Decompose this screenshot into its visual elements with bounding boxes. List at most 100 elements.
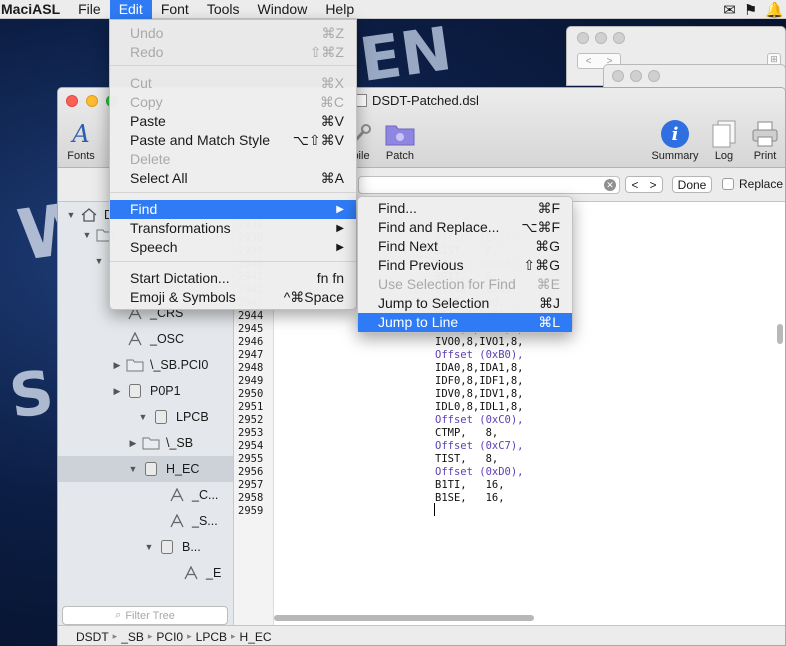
menu-shortcut: ⌘X [320, 75, 344, 91]
close-button[interactable] [66, 95, 78, 107]
disclosure-triangle[interactable]: ▼ [128, 464, 138, 474]
edit-menu-item[interactable]: Select All ⌘A [110, 169, 356, 188]
disclosure-triangle[interactable]: ▶ [128, 438, 138, 449]
summary-button[interactable]: i Summary [648, 118, 702, 162]
replace-checkbox[interactable] [722, 178, 734, 190]
edit-menu-item[interactable]: Paste and Match Style ⌥⇧⌘V [110, 131, 356, 150]
tree-row-label: \_SB.PCI0 [150, 358, 209, 372]
search-icon: ⌕ [115, 609, 122, 621]
bookmark-icon[interactable]: ⚑ [744, 1, 757, 19]
menu-item-label: Redo [130, 44, 164, 60]
fonts-button[interactable]: A Fonts [62, 118, 100, 162]
find-menu-item[interactable]: Find Previous ⇧⌘G [358, 256, 572, 275]
device-icon [152, 409, 170, 425]
breadcrumb-item[interactable]: _SB [121, 630, 144, 644]
disclosure-triangle[interactable]: ▼ [82, 230, 92, 240]
menu-item-label: Select All [130, 170, 188, 186]
edit-menu-item[interactable]: Speech ▶ [110, 238, 356, 257]
find-field[interactable]: ✕ [358, 176, 620, 194]
menu-edit[interactable]: Edit [109, 0, 152, 19]
menu-help[interactable]: Help [316, 0, 363, 19]
tree-row[interactable]: ▼ H_EC [58, 456, 233, 482]
menu-separator [110, 261, 356, 262]
horizontal-scrollbar[interactable] [274, 615, 534, 621]
disclosure-triangle[interactable]: ▶ [112, 386, 122, 397]
menu-item-label: Speech [130, 239, 178, 255]
menu-shortcut: ⌘E [536, 276, 560, 292]
edit-menu-item[interactable]: Start Dictation... fn fn [110, 269, 356, 288]
close-dot[interactable] [612, 70, 624, 82]
minimize-dot[interactable] [630, 70, 642, 82]
info-icon: i [648, 118, 702, 150]
edit-menu-item[interactable]: Transformations ▶ [110, 219, 356, 238]
wallpaper-text: S [5, 357, 58, 433]
log-button[interactable]: Log [709, 118, 739, 162]
menu-item-label: Find and Replace... [378, 219, 500, 235]
patch-button[interactable]: Patch [380, 118, 420, 162]
window-title: DSDT-Patched.dsl [372, 93, 479, 108]
wechat-icon[interactable]: ✉ [723, 1, 736, 19]
menu-tools[interactable]: Tools [198, 0, 249, 19]
tree-row[interactable]: _E [58, 560, 233, 586]
line-number: 2955 [238, 453, 264, 465]
menu-shortcut: ⌘J [539, 295, 560, 311]
disclosure-triangle[interactable]: ▼ [138, 412, 148, 422]
line-number: 2947 [238, 349, 264, 361]
disclosure-triangle[interactable]: ▼ [144, 542, 154, 552]
breadcrumb-item[interactable]: DSDT [76, 630, 109, 644]
zoom-dot[interactable] [648, 70, 660, 82]
code-line: Offset (0xC0), [435, 414, 524, 426]
breadcrumb-item[interactable]: LPCB [196, 630, 227, 644]
tree-row[interactable]: _S... [58, 508, 233, 534]
tree-row[interactable]: ▼ B... [58, 534, 233, 560]
minimize-button[interactable] [86, 95, 98, 107]
find-menu-item[interactable]: Find and Replace... ⌥⌘F [358, 218, 572, 237]
menu-shortcut: ⌘F [537, 200, 560, 216]
zoom-dot[interactable] [613, 32, 625, 44]
find-menu-item[interactable]: Jump to Selection ⌘J [358, 294, 572, 313]
menu-shortcut: ⌥⌘F [521, 219, 560, 235]
disclosure-triangle[interactable]: ▼ [66, 210, 76, 220]
clear-search-icon[interactable]: ✕ [604, 179, 616, 191]
tree-row[interactable]: ▶ \_SB.PCI0 [58, 352, 233, 378]
tree-row[interactable]: _OSC [58, 326, 233, 352]
edit-menu-item[interactable]: Paste ⌘V [110, 112, 356, 131]
notification-icon[interactable]: 🔔 [765, 1, 784, 19]
find-menu-item[interactable]: Find... ⌘F [358, 199, 572, 218]
filter-tree-field[interactable]: ⌕ Filter Tree [62, 606, 228, 625]
code-line: TIST, 8, [435, 453, 499, 465]
find-previous-arrow[interactable]: < [631, 178, 638, 192]
tree-row-label: H_EC [166, 462, 200, 476]
tree-row[interactable]: ▶ \_SB [58, 430, 233, 456]
edit-menu-item[interactable]: Find ▶ [110, 200, 356, 219]
tree-row[interactable]: ▶ P0P1 [58, 378, 233, 404]
replace-label: Replace [739, 177, 784, 191]
tree-row-label: P0P1 [150, 384, 181, 398]
disclosure-triangle[interactable]: ▼ [94, 256, 104, 266]
print-button[interactable]: Print [748, 118, 782, 162]
edit-menu-item[interactable]: Emoji & Symbols ^⌘Space [110, 288, 356, 307]
tree-row-label: _OSC [150, 332, 185, 346]
menu-window[interactable]: Window [249, 0, 317, 19]
tree-row[interactable]: ▼ LPCB [58, 404, 233, 430]
menu-font[interactable]: Font [152, 0, 198, 19]
find-next-arrow[interactable]: > [649, 178, 656, 192]
menu-shortcut: ⌥⇧⌘V [292, 132, 344, 148]
tree-row-label: _C... [192, 488, 219, 502]
app-menu[interactable]: MaciASL [0, 0, 69, 19]
menu-item-label: Start Dictation... [130, 270, 230, 286]
find-prev-next-buttons[interactable]: < > [625, 176, 663, 193]
breadcrumb-item[interactable]: PCI0 [156, 630, 183, 644]
find-menu-item[interactable]: Jump to Line ⌘L [358, 313, 572, 332]
minimize-dot[interactable] [595, 32, 607, 44]
disclosure-triangle[interactable]: ▶ [112, 360, 122, 371]
vertical-scrollbar[interactable] [777, 324, 783, 344]
find-menu-item[interactable]: Find Next ⌘G [358, 237, 572, 256]
close-dot[interactable] [577, 32, 589, 44]
menu-file[interactable]: File [69, 0, 110, 19]
code-line: B1SE, 16, [435, 492, 505, 504]
done-button[interactable]: Done [672, 176, 712, 193]
menu-item-label: Paste and Match Style [130, 132, 271, 148]
breadcrumb-item[interactable]: H_EC [240, 630, 272, 644]
tree-row[interactable]: _C... [58, 482, 233, 508]
